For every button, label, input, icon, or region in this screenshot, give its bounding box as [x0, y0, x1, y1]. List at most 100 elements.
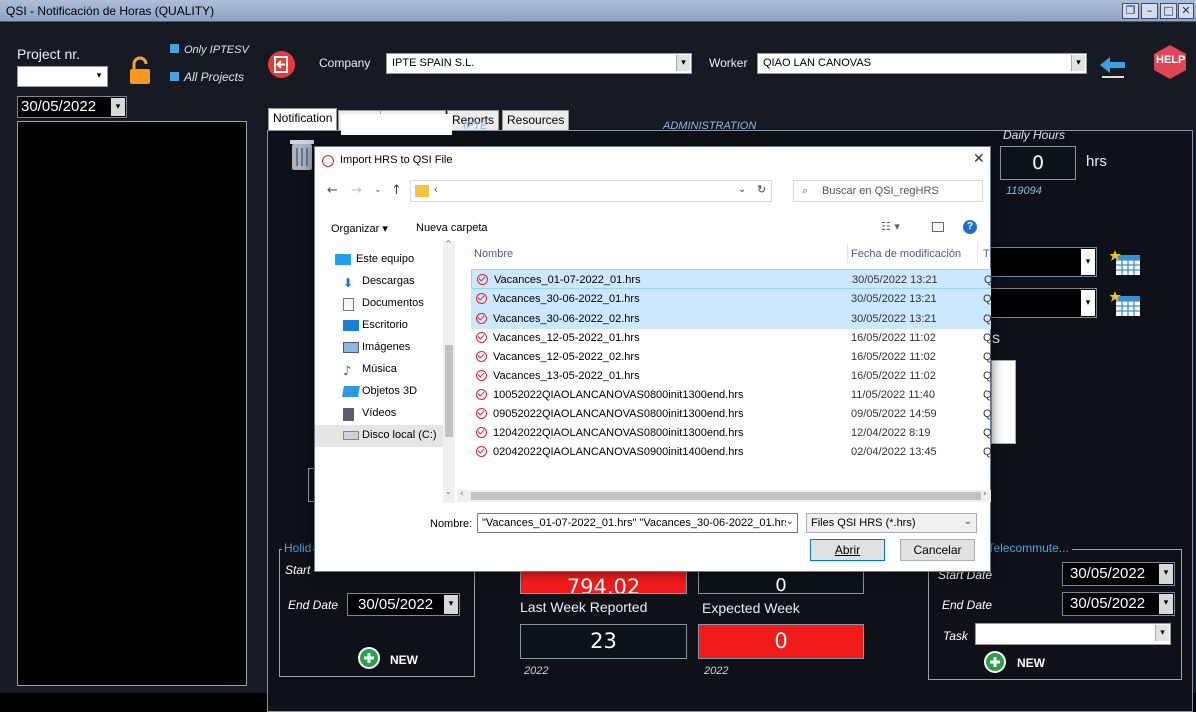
only-iptesv-checkbox[interactable]: Only IPTESV — [170, 44, 249, 56]
tc-end-date-picker[interactable]: 30/05/2022 ▾ — [1062, 592, 1175, 616]
nav-music[interactable]: ♪ Música — [343, 363, 397, 379]
filename-input[interactable]: "Vacances_01-07-2022_01.hrs" "Vacances_3… — [477, 513, 798, 533]
file-type: Q — [983, 332, 992, 344]
recent-dropdown-icon[interactable]: ⌄ — [374, 185, 382, 195]
window-title: QSI - Notificación de Horas (QUALITY) — [6, 4, 215, 18]
scroll-up-icon[interactable]: ^ — [445, 239, 452, 248]
project-list[interactable] — [17, 121, 247, 686]
project-select[interactable]: ▾ — [17, 66, 108, 87]
nav-desktop[interactable]: Escritorio — [343, 319, 408, 331]
end-date-picker[interactable]: 30/05/2022 ▾ — [347, 593, 460, 616]
file-row[interactable]: Vacances_30-06-2022_02.hrs 30/05/2022 13:… — [471, 309, 992, 329]
filename-dropdown-icon[interactable]: ⌄ — [785, 516, 794, 527]
file-list-hscrollbar[interactable]: ‹ › — [457, 489, 991, 502]
back-nav-icon[interactable]: ← — [327, 183, 338, 198]
file-row[interactable]: Vacances_13-05-2022_01.hrs 16/05/2022 11:… — [471, 366, 992, 386]
address-bar[interactable]: ‹ ⌄ ↻ — [410, 180, 772, 202]
open-button[interactable]: Abrir — [810, 539, 885, 561]
tab-resources[interactable]: Resources — [502, 110, 570, 130]
music-icon: ♪ — [343, 364, 352, 379]
file-row[interactable]: Vacances_12-05-2022_02.hrs 16/05/2022 11:… — [471, 347, 992, 367]
folder-icon — [415, 185, 429, 197]
worker-select[interactable]: QIAO LAN CANOVAS ▾ — [757, 53, 1087, 74]
close-window-icon[interactable]: ✕ — [1178, 3, 1194, 19]
maximize-icon[interactable]: □ — [1160, 3, 1177, 19]
checkbox-icon — [170, 72, 179, 81]
view-options-icon[interactable]: ☷ ▾ — [881, 220, 900, 233]
worker-value: QIAO LAN CANOVAS — [763, 57, 871, 69]
tc-end-date-value: 30/05/2022 — [1070, 595, 1146, 612]
nav-3d-objects[interactable]: Objetos 3D — [342, 385, 417, 397]
scroll-down-icon[interactable]: ⌄ — [445, 487, 452, 496]
unlock-icon[interactable] — [128, 56, 152, 86]
total-hours-value: 794,02 — [520, 571, 687, 594]
restore-icon[interactable]: ❐ — [1122, 3, 1139, 19]
all-projects-checkbox[interactable]: All Projects — [170, 70, 244, 84]
help-icon[interactable]: ? — [963, 220, 977, 234]
scroll-right-icon[interactable]: › — [983, 489, 987, 499]
checkbox-icon — [170, 44, 179, 53]
refresh-icon[interactable]: ↻ — [757, 183, 766, 196]
calendar-icon[interactable] — [1109, 249, 1142, 277]
file-row[interactable]: 09052022QIAOLANCANOVAS0800init1300end.hr… — [471, 404, 992, 424]
address-path: ‹ — [434, 184, 438, 196]
address-dropdown-icon[interactable]: ⌄ — [738, 184, 746, 195]
organize-menu[interactable]: Organizar ▾ — [331, 222, 388, 235]
file-row[interactable]: Vacances_12-05-2022_01.hrs 16/05/2022 11:… — [471, 328, 992, 348]
nav-documents[interactable]: Documentos — [343, 297, 424, 311]
date-picker[interactable]: 30/05/2022 ▾ — [17, 96, 127, 118]
tc-start-date-picker[interactable]: 30/05/2022 ▾ — [1062, 562, 1175, 586]
scroll-list[interactable] — [991, 360, 1016, 444]
file-name: 10052022QIAOLANCANOVAS0800init1300end.hr… — [493, 389, 744, 401]
file-row[interactable]: Vacances_30-06-2022_01.hrs 30/05/2022 13:… — [471, 289, 992, 309]
help-button[interactable]: HELP — [1150, 44, 1190, 80]
right-select-1[interactable]: ▾ — [990, 247, 1097, 277]
column-type-header[interactable]: Ti — [983, 248, 992, 260]
file-type-filter[interactable]: Files QSI HRS (*.hrs) ⌄ — [806, 513, 977, 533]
file-row[interactable]: Vacances_01-07-2022_01.hrs 30/05/2022 13:… — [471, 269, 993, 289]
hscroll-thumb[interactable] — [471, 492, 981, 500]
back-arrow-icon[interactable] — [1098, 54, 1128, 80]
right-select-2[interactable]: ▾ — [990, 288, 1097, 318]
videos-icon — [343, 408, 354, 421]
holidays-new-button[interactable]: NEW — [390, 653, 418, 667]
dialog-close-icon[interactable]: ✕ — [973, 151, 985, 167]
dialog-app-icon — [322, 155, 334, 167]
preview-pane-icon[interactable] — [932, 222, 944, 232]
file-type: Q — [983, 351, 992, 363]
new-folder-button[interactable]: Nueva carpeta — [416, 222, 488, 234]
column-date-header[interactable]: Fecha de modificación — [851, 248, 961, 260]
file-type: Q — [983, 313, 992, 325]
white-field[interactable] — [341, 114, 452, 135]
task-select[interactable]: ▾ — [975, 623, 1171, 645]
nav-scroll-thumb[interactable] — [445, 345, 453, 437]
file-row[interactable]: 12042022QIAOLANCANOVAS0800init1300end.hr… — [471, 423, 992, 443]
nav-local-disk[interactable]: Disco local (C:) — [343, 429, 437, 441]
file-row[interactable]: 02042022QIAOLANCANOVAS0900init1400end.hr… — [471, 442, 992, 462]
up-nav-icon[interactable]: ↑ — [391, 183, 402, 198]
tab-notification[interactable]: Notification — [268, 108, 338, 130]
nav-this-pc[interactable]: Este equipo — [335, 253, 414, 265]
company-select[interactable]: IPTE SPAIN S.L. ▾ — [386, 53, 692, 74]
nav-downloads[interactable]: ⬇ Descargas — [343, 275, 415, 290]
cancel-button[interactable]: Cancelar — [900, 539, 975, 561]
scroll-left-icon[interactable]: ‹ — [460, 489, 464, 499]
exit-icon[interactable] — [268, 51, 295, 78]
minimize-icon[interactable]: – — [1141, 3, 1158, 19]
nav-videos[interactable]: Vídeos — [343, 407, 396, 421]
search-box[interactable]: ⌕ Buscar en QSI_regHRS — [793, 180, 983, 202]
file-row[interactable]: 10052022QIAOLANCANOVAS0800init1300end.hr… — [471, 385, 992, 405]
calendar-icon[interactable] — [1109, 290, 1142, 318]
trash-icon[interactable] — [287, 136, 317, 172]
column-name-header[interactable]: Nombre — [474, 248, 513, 260]
forward-nav-icon[interactable]: → — [351, 183, 362, 198]
nav-label: Documentos — [362, 297, 424, 309]
add-icon[interactable] — [984, 651, 1006, 673]
telecommute-new-button[interactable]: NEW — [1017, 656, 1045, 670]
add-icon[interactable] — [358, 647, 380, 669]
filename-label: Nombre: — [430, 518, 473, 530]
nav-pictures[interactable]: Imágenes — [343, 341, 410, 353]
nav-scrollbar[interactable]: ^ ⌄ — [443, 239, 455, 503]
filter-dropdown-icon[interactable]: ⌄ — [964, 516, 972, 527]
expected-week-label: Expected Week — [702, 600, 800, 616]
